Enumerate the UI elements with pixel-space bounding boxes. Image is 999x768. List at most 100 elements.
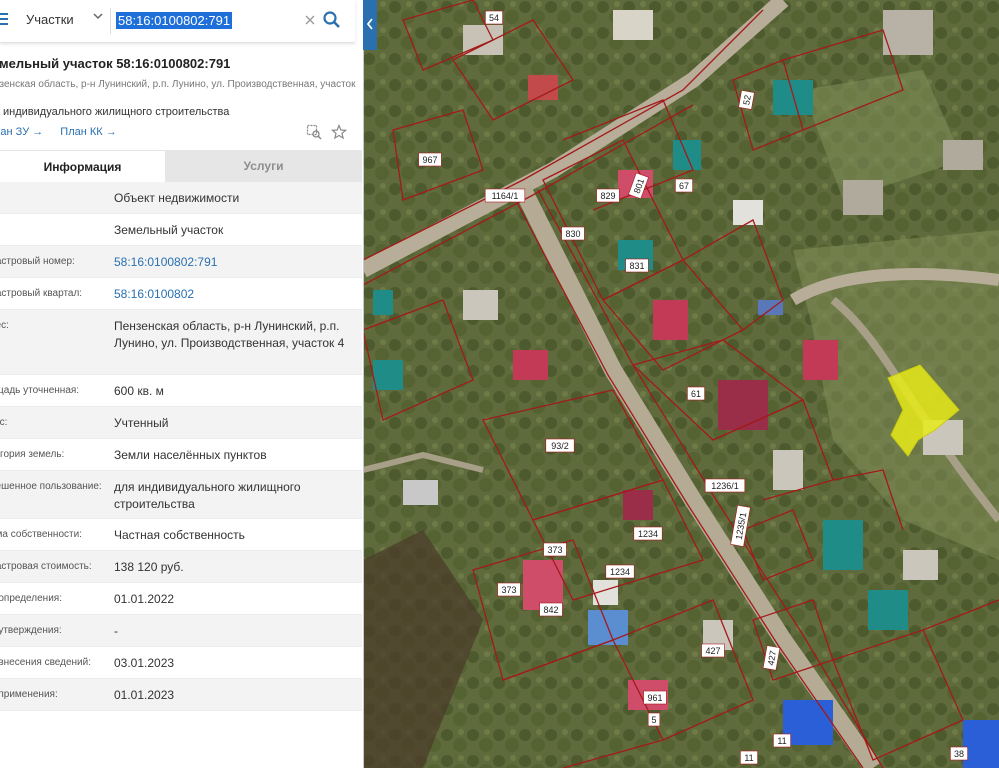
info-row: рес: Пензенская область, р-н Лунинский, р… bbox=[0, 310, 362, 375]
svg-text:11: 11 bbox=[744, 753, 753, 763]
plan-links: лан ЗУ → План КК → bbox=[0, 126, 131, 138]
info-row: а внесения сведений: 03.01.2023 bbox=[0, 647, 362, 679]
info-panel: Участки 58:16:0100802:791 емельный участ… bbox=[0, 0, 364, 768]
svg-text:1234: 1234 bbox=[638, 529, 658, 539]
row-key: а утверждения: bbox=[0, 625, 62, 636]
svg-text:67: 67 bbox=[679, 181, 689, 191]
svg-text:1164/1: 1164/1 bbox=[492, 191, 519, 201]
tabs: Информация Услуги bbox=[0, 150, 362, 183]
cadastral-number-link[interactable]: 58:16:0100802:791 bbox=[114, 254, 354, 271]
parcel-label: 1236/1 bbox=[704, 478, 746, 493]
svg-text:830: 830 bbox=[565, 229, 580, 239]
row-value: 01.01.2023 bbox=[114, 688, 175, 702]
menu-icon[interactable] bbox=[0, 13, 8, 27]
parcel-label: 11 bbox=[773, 733, 791, 748]
plan-zu-link[interactable]: лан ЗУ → bbox=[0, 126, 43, 138]
row-value: для индивидуального жилищного строительс… bbox=[114, 480, 301, 511]
parcel-label: 67 bbox=[675, 178, 693, 193]
row-value: Пензенская область, р-н Лунинский, р.п. … bbox=[114, 319, 345, 350]
row-value: Частная собственность bbox=[114, 528, 245, 542]
row-value: Объект недвижимости bbox=[114, 191, 240, 205]
parcel-label: 61 bbox=[687, 386, 705, 401]
info-row: дастровый квартал: 58:16:0100802 bbox=[0, 278, 362, 310]
svg-text:831: 831 bbox=[629, 261, 644, 271]
tab-information[interactable]: Информация bbox=[0, 150, 165, 183]
info-row: ома собственности: Частная собственность bbox=[0, 519, 362, 551]
row-key: дастровый номер: bbox=[0, 256, 75, 267]
parcel-label: 52 bbox=[738, 89, 755, 110]
parcel-label: 829 bbox=[596, 188, 620, 203]
parcel-label: 961 bbox=[643, 690, 667, 705]
star-icon[interactable] bbox=[331, 124, 347, 140]
parcel-label: 11 bbox=[740, 750, 758, 765]
parcel-address: нзенская область, р-н Лунинский, р.п. Лу… bbox=[0, 79, 356, 90]
info-table: : Объект недвижимости д: Земельный участок… bbox=[0, 182, 362, 711]
parcel-label: 1164/1 bbox=[484, 188, 526, 203]
parcel-label: 54 bbox=[485, 10, 503, 25]
close-icon[interactable] bbox=[303, 13, 317, 27]
parcel-label: 830 bbox=[561, 226, 585, 241]
parcel-label: 967 bbox=[418, 152, 442, 167]
zoom-to-icon[interactable] bbox=[306, 124, 322, 140]
svg-text:1236/1: 1236/1 bbox=[711, 481, 739, 491]
svg-text:38: 38 bbox=[954, 749, 964, 759]
parcel-label: 93/2 bbox=[545, 438, 575, 453]
satellite-map[interactable]: 54529671164/1 829801 678308316193/21236/11… bbox=[363, 0, 999, 768]
row-key: а определения: bbox=[0, 593, 62, 604]
parcel-label: 1234 bbox=[605, 564, 635, 579]
svg-text:93/2: 93/2 bbox=[551, 441, 569, 451]
svg-text:52: 52 bbox=[741, 94, 753, 106]
layer-select[interactable]: Участки bbox=[26, 12, 74, 27]
row-key: дастровая стоимость: bbox=[0, 561, 92, 572]
svg-text:373: 373 bbox=[547, 545, 562, 555]
map-view[interactable]: 54 52 967 1164/1 829 801 67 830 831 61 93/2 1236/1 1… bbox=[363, 0, 999, 768]
svg-text:961: 961 bbox=[647, 693, 662, 703]
parcel-label: 842 bbox=[539, 602, 563, 617]
divider bbox=[110, 8, 111, 34]
info-row: дастровый номер: 58:16:0100802:791 bbox=[0, 246, 362, 278]
svg-text:967: 967 bbox=[422, 155, 437, 165]
row-value: 03.01.2023 bbox=[114, 656, 175, 670]
parcel-label: 5 bbox=[647, 712, 661, 727]
svg-text:373: 373 bbox=[501, 585, 516, 595]
info-row: а утверждения: - bbox=[0, 615, 362, 647]
row-key: д: bbox=[0, 223, 100, 236]
parcel-label: 373 bbox=[497, 582, 521, 597]
row-key: а применения: bbox=[0, 689, 58, 700]
chevron-down-icon[interactable] bbox=[93, 11, 103, 21]
cadastral-quarter-link[interactable]: 58:16:0100802 bbox=[114, 286, 354, 303]
parcel-label: 373 bbox=[543, 542, 567, 557]
row-value: Земельный участок bbox=[114, 223, 224, 237]
row-value: Учтенный bbox=[114, 416, 169, 430]
row-key: решенное пользование: bbox=[0, 481, 102, 492]
tab-services[interactable]: Услуги bbox=[165, 150, 362, 182]
search-input[interactable]: 58:16:0100802:791 bbox=[116, 12, 233, 29]
collapse-panel-button[interactable] bbox=[363, 0, 377, 50]
row-value: 600 кв. м bbox=[114, 384, 164, 398]
row-value: Земли населённых пунктов bbox=[114, 448, 267, 462]
row-key: : bbox=[0, 191, 100, 204]
row-key: ома собственности: bbox=[0, 529, 82, 540]
plan-kk-link[interactable]: План КК → bbox=[60, 126, 116, 138]
info-row: дастровая стоимость: 138 120 руб. bbox=[0, 551, 362, 583]
parcel-label: 427 bbox=[701, 643, 725, 658]
chevron-left-icon bbox=[366, 18, 373, 30]
svg-text:427: 427 bbox=[705, 646, 720, 656]
info-row: тегория земель: Земли населённых пунктов bbox=[0, 439, 362, 471]
svg-text:1234: 1234 bbox=[610, 567, 630, 577]
search-icon[interactable] bbox=[322, 10, 342, 30]
info-row: а применения: 01.01.2023 bbox=[0, 679, 362, 711]
info-row: : Объект недвижимости bbox=[0, 182, 362, 214]
parcel-label: 1234 bbox=[633, 526, 663, 541]
svg-text:11: 11 bbox=[777, 736, 786, 746]
row-value: 138 120 руб. bbox=[114, 560, 184, 574]
info-row: решенное пользование: для индивидуального… bbox=[0, 471, 362, 519]
parcel-label: 831 bbox=[625, 258, 649, 273]
info-row: тус: Учтенный bbox=[0, 407, 362, 439]
svg-text:61: 61 bbox=[691, 389, 701, 399]
row-value: 01.01.2022 bbox=[114, 592, 175, 606]
parcel-label: 38 bbox=[950, 746, 968, 761]
row-value: - bbox=[114, 624, 118, 638]
row-key: рес: bbox=[0, 320, 9, 331]
parcel-title: емельный участок 58:16:0100802:791 bbox=[0, 56, 231, 71]
